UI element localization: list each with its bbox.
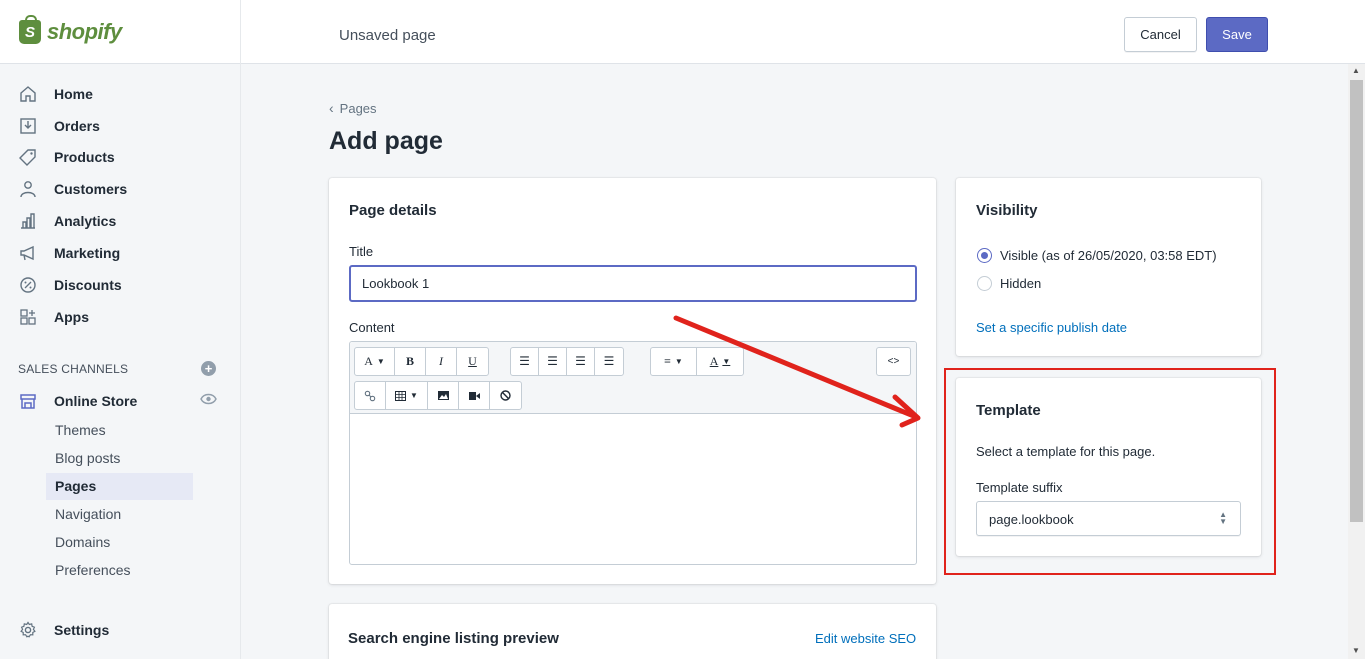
title-label: Title	[349, 244, 374, 259]
sidebar-item-label: Analytics	[54, 213, 117, 229]
cancel-button[interactable]: Cancel	[1124, 17, 1197, 52]
bold-button[interactable]: B	[395, 348, 426, 375]
list-group: ☰ ☰ ☰ ☰	[510, 347, 624, 376]
sidebar-item-label: Settings	[54, 622, 110, 638]
visible-radio[interactable]	[977, 248, 992, 263]
sidebar-item-label: Products	[54, 149, 115, 165]
discount-icon	[18, 275, 38, 295]
tag-icon	[18, 147, 38, 167]
scrollbar-thumb[interactable]	[1350, 80, 1363, 522]
sidebar-subitem-navigation[interactable]: Navigation	[46, 501, 193, 528]
align-group: ≡ ▼ A ▼	[650, 347, 744, 376]
sidebar-subitem-preferences[interactable]: Preferences	[46, 557, 193, 584]
scroll-up-icon[interactable]: ▲	[1352, 66, 1360, 75]
sidebar-item-customers[interactable]: Customers	[18, 176, 218, 202]
sidebar-item-analytics[interactable]: Analytics	[18, 208, 218, 234]
visibility-title: Visibility	[976, 202, 1038, 219]
sidebar-item-label: Orders	[54, 118, 100, 134]
eye-icon[interactable]	[200, 392, 217, 406]
sidebar-item-label: Online Store	[54, 393, 138, 409]
home-icon	[18, 84, 38, 104]
format-group: A ▼ B I U	[354, 347, 489, 376]
insert-group: ▼	[354, 381, 522, 410]
html-group: <>	[876, 347, 911, 376]
sidebar-subitem-domains[interactable]: Domains	[46, 529, 193, 556]
publish-date-link[interactable]: Set a specific publish date	[976, 320, 1127, 335]
shopify-bag-icon: S	[19, 15, 41, 44]
sidebar-item-home[interactable]: Home	[18, 81, 218, 107]
page-details-title: Page details	[349, 202, 437, 219]
font-size-button[interactable]: A ▼	[355, 348, 395, 375]
apps-icon	[18, 307, 38, 327]
sidebar-item-products[interactable]: Products	[18, 144, 218, 170]
sidebar-item-label: Home	[54, 86, 93, 102]
image-icon[interactable]	[428, 382, 459, 409]
sidebar-subitem-blog-posts[interactable]: Blog posts	[46, 445, 193, 472]
sidebar-item-settings[interactable]: Settings	[18, 617, 218, 643]
sidebar-item-label: Discounts	[54, 277, 122, 293]
sidebar-subitem-themes[interactable]: Themes	[46, 417, 193, 444]
add-sales-channel-icon[interactable]: +	[201, 361, 216, 376]
visible-radio-label: Visible (as of 26/05/2020, 03:58 EDT)	[1000, 248, 1217, 263]
italic-button[interactable]: I	[426, 348, 457, 375]
person-icon	[18, 179, 38, 199]
sales-channels-title: SALES CHANNELS	[18, 362, 129, 376]
hidden-radio[interactable]	[977, 276, 992, 291]
edit-seo-link[interactable]: Edit website SEO	[815, 631, 916, 646]
megaphone-icon	[18, 243, 38, 263]
hidden-radio-label: Hidden	[1000, 276, 1042, 291]
outdent-icon[interactable]: ☰	[567, 348, 595, 375]
rich-text-editor[interactable]: A ▼ B I U ☰ ☰ ☰ ☰ ≡ ▼ A ▼ <> ▼	[349, 341, 917, 565]
save-button[interactable]: Save	[1206, 17, 1268, 52]
sidebar-item-orders[interactable]: Orders	[18, 113, 218, 139]
indent-icon[interactable]: ☰	[595, 348, 623, 375]
content-label: Content	[349, 320, 395, 335]
annotation-highlight-box	[944, 368, 1276, 575]
bar-chart-icon	[18, 211, 38, 231]
top-bar: S shopify Unsaved page Cancel Save	[0, 0, 1365, 64]
gear-icon	[18, 620, 38, 640]
page-title: Add page	[329, 127, 443, 155]
sidebar-subitem-pages[interactable]: Pages	[46, 473, 193, 500]
underline-button[interactable]: U	[457, 348, 488, 375]
sidebar-item-online-store[interactable]: Online Store	[18, 388, 218, 414]
bullet-list-icon[interactable]: ☰	[511, 348, 539, 375]
orders-icon	[18, 116, 38, 136]
clear-format-icon[interactable]	[490, 382, 521, 409]
page-status: Unsaved page	[339, 27, 436, 44]
sidebar-item-label: Marketing	[54, 245, 121, 261]
title-input[interactable]	[349, 265, 917, 302]
link-icon[interactable]	[355, 382, 386, 409]
brand-wordmark: shopify	[47, 19, 122, 44]
breadcrumb-label: Pages	[339, 100, 377, 116]
sidebar: Home Orders Products Customers Analytics…	[0, 64, 241, 659]
sidebar-item-label: Customers	[54, 181, 128, 197]
shopify-logo[interactable]: S shopify	[0, 0, 241, 64]
store-icon	[18, 391, 38, 411]
text-color-button[interactable]: A ▼	[697, 348, 743, 375]
numbered-list-icon[interactable]: ☰	[539, 348, 567, 375]
editor-toolbar: A ▼ B I U ☰ ☰ ☰ ☰ ≡ ▼ A ▼ <> ▼	[350, 342, 916, 414]
scroll-down-icon[interactable]: ▼	[1352, 646, 1360, 655]
video-icon[interactable]	[459, 382, 490, 409]
sidebar-item-apps[interactable]: Apps	[18, 304, 218, 330]
align-icon[interactable]: ≡ ▼	[651, 348, 697, 375]
table-icon[interactable]: ▼	[386, 382, 428, 409]
chevron-left-icon: ‹	[329, 100, 334, 116]
sidebar-item-marketing[interactable]: Marketing	[18, 240, 218, 266]
sidebar-item-label: Apps	[54, 309, 89, 325]
code-view-icon[interactable]: <>	[877, 348, 910, 375]
sidebar-item-discounts[interactable]: Discounts	[18, 272, 218, 298]
breadcrumb[interactable]: ‹ Pages	[329, 100, 377, 116]
seo-title: Search engine listing preview	[348, 630, 559, 647]
